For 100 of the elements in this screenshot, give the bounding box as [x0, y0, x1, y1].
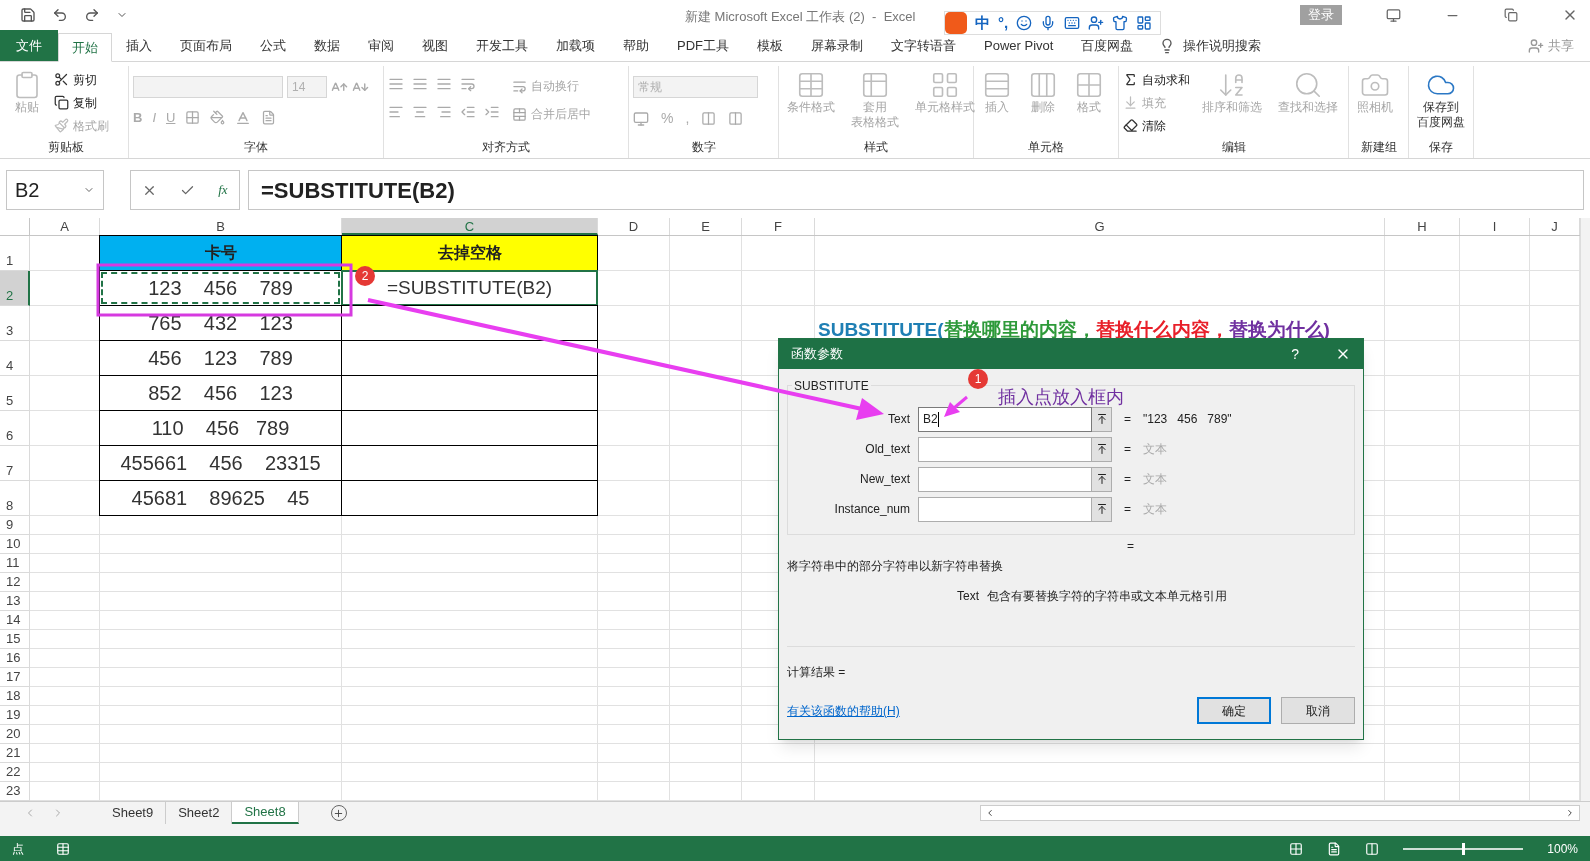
ribbon-button[interactable]: 清除: [1123, 116, 1190, 135]
collapse-button[interactable]: [1092, 496, 1112, 522]
menu-tab[interactable]: 屏幕录制: [797, 30, 877, 61]
ribbon-button[interactable]: 复制: [54, 93, 109, 112]
save-icon[interactable]: [20, 7, 36, 23]
row-header[interactable]: 2: [0, 271, 30, 306]
menu-tab[interactable]: 文件: [0, 30, 58, 61]
ribbon-icon: [796, 70, 826, 100]
table-cell: [1460, 668, 1530, 687]
ribbon-icon: [1123, 95, 1138, 110]
row-header[interactable]: 15: [0, 630, 30, 649]
row-header[interactable]: 9: [0, 516, 30, 535]
help-link[interactable]: 有关该函数的帮助(H): [787, 701, 900, 720]
ribbon-button[interactable]: 保存到 百度网盘: [1413, 66, 1469, 130]
row-header[interactable]: 10: [0, 535, 30, 554]
menu-tab[interactable]: 文字转语音: [877, 30, 970, 61]
help-button[interactable]: ?: [1291, 343, 1299, 365]
horizontal-scrollbar[interactable]: [980, 805, 1580, 821]
page-layout-icon[interactable]: [1327, 841, 1342, 856]
font-name-field[interactable]: [133, 76, 283, 98]
cancel-button[interactable]: 取消: [1281, 697, 1355, 724]
menu-tab[interactable]: 视图: [408, 30, 462, 61]
row-header[interactable]: 21: [0, 744, 30, 763]
table-cell: [30, 535, 100, 554]
row-header[interactable]: 13: [0, 592, 30, 611]
formula-field[interactable]: =SUBSTITUTE(B2): [248, 170, 1584, 210]
add-sheet-icon[interactable]: [333, 807, 345, 819]
row-header[interactable]: 16: [0, 649, 30, 668]
column-header[interactable]: H: [1385, 218, 1460, 235]
row-header[interactable]: 4: [0, 341, 30, 376]
argument-field[interactable]: B2: [918, 406, 1092, 432]
argument-field[interactable]: [918, 496, 1092, 522]
column-header[interactable]: E: [670, 218, 742, 235]
argument-result: 文本: [1143, 471, 1167, 488]
sheet-tab[interactable]: Sheet8: [232, 802, 299, 824]
argument-field[interactable]: [918, 436, 1092, 462]
row-header[interactable]: 6: [0, 411, 30, 446]
collapse-button[interactable]: [1092, 466, 1112, 492]
ribbon-icon: [1074, 70, 1104, 100]
row-header[interactable]: 12: [0, 573, 30, 592]
row-header[interactable]: 17: [0, 668, 30, 687]
vertical-scrollbar[interactable]: [1580, 218, 1590, 801]
menu-tab[interactable]: 插入: [112, 30, 166, 61]
equals-sign: =: [1124, 441, 1131, 458]
menu-tab[interactable]: 页面布局: [166, 30, 246, 61]
table-cell: [598, 744, 670, 763]
align-center-icon: [412, 104, 428, 120]
ok-button[interactable]: 确定: [1197, 697, 1271, 724]
insert-function-button[interactable]: fx: [218, 180, 228, 200]
normal-view-icon[interactable]: [1289, 841, 1304, 856]
row-header[interactable]: 14: [0, 611, 30, 630]
row-header[interactable]: 20: [0, 725, 30, 744]
ribbon-button[interactable]: 剪切: [54, 70, 109, 89]
redo-icon[interactable]: [84, 7, 100, 23]
sheet-tab[interactable]: Sheet9: [100, 802, 167, 824]
column-header[interactable]: C: [342, 218, 598, 235]
status-mode: 点: [12, 840, 24, 858]
row-header[interactable]: 19: [0, 706, 30, 725]
row-header[interactable]: 5: [0, 376, 30, 411]
collapse-button[interactable]: [1092, 406, 1112, 432]
menu-tab[interactable]: 开发工具: [462, 30, 542, 61]
equals-sign: =: [1127, 538, 1134, 555]
row-header[interactable]: 22: [0, 763, 30, 782]
collapse-button[interactable]: [1092, 436, 1112, 462]
menu-tab[interactable]: 帮助: [609, 30, 663, 61]
row-header[interactable]: 8: [0, 481, 30, 516]
ime-item[interactable]: 中: [975, 11, 990, 35]
row-header[interactable]: 3: [0, 306, 30, 341]
name-box[interactable]: B2: [6, 170, 104, 210]
column-header[interactable]: D: [598, 218, 670, 235]
undo-icon[interactable]: [52, 7, 68, 23]
restore-icon[interactable]: [1504, 8, 1518, 22]
menu-tab[interactable]: 公式: [246, 30, 300, 61]
table-cell: [598, 236, 670, 271]
menu-tab[interactable]: 数据: [300, 30, 354, 61]
argument-label: New_text: [858, 471, 911, 488]
row-header[interactable]: 7: [0, 446, 30, 481]
table-cell: [1460, 649, 1530, 668]
table-cell: [1460, 516, 1530, 535]
equals-sign: =: [1124, 501, 1131, 518]
menu-tab[interactable]: 模板: [743, 30, 797, 61]
tell-me-search[interactable]: 操作说明搜索: [1183, 35, 1262, 56]
table-cell: 去掉空格: [341, 235, 598, 271]
zoom-slider-thumb[interactable]: [1462, 842, 1466, 855]
ribbon-button[interactable]: 自动求和: [1123, 70, 1190, 89]
column-header[interactable]: G: [815, 218, 1385, 235]
menu-tab[interactable]: 开始: [58, 33, 112, 62]
row-header[interactable]: 11: [0, 554, 30, 573]
column-header[interactable]: F: [742, 218, 815, 235]
page-break-icon[interactable]: [1365, 841, 1380, 856]
column-header[interactable]: I: [1460, 218, 1530, 235]
ribbon-icon: [54, 72, 69, 87]
group-label: 数字: [690, 139, 717, 156]
ribbon-display-icon[interactable]: [1386, 7, 1401, 23]
row-header[interactable]: 18: [0, 687, 30, 706]
ime-item[interactable]: °,: [998, 11, 1009, 35]
menu-tab[interactable]: PDF工具: [663, 30, 743, 61]
argument-field[interactable]: [918, 466, 1092, 492]
menu-tab[interactable]: 审阅: [354, 30, 408, 61]
menu-tab[interactable]: 加载项: [542, 30, 609, 61]
